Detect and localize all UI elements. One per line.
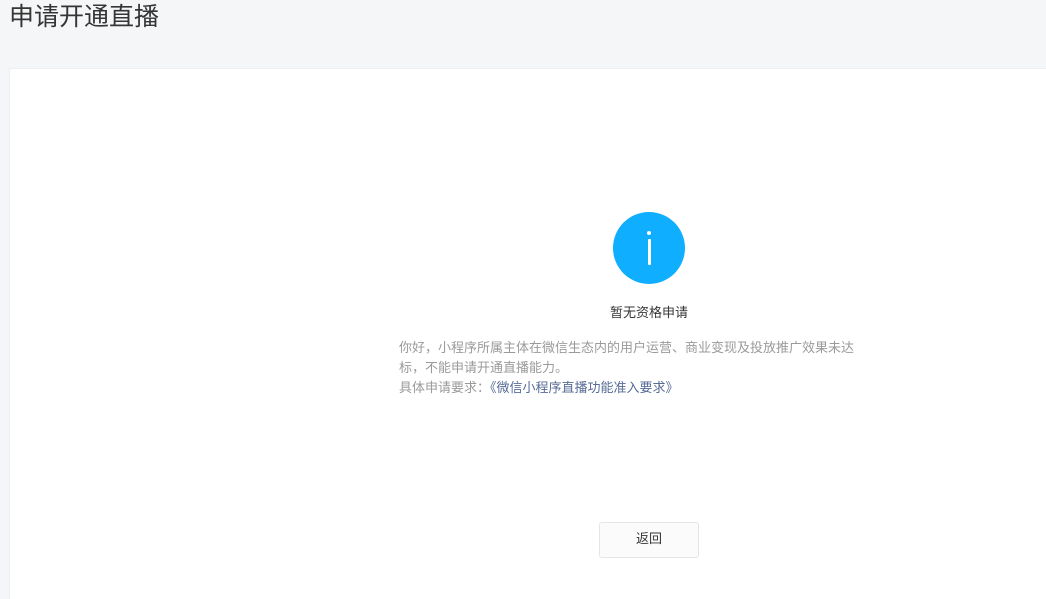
requirement-link[interactable]: 《微信小程序直播功能准入要求》 [490, 381, 679, 396]
requirement-line: 具体申请要求：《微信小程序直播功能准入要求》 [399, 379, 929, 399]
content-card [9, 68, 1046, 599]
info-icon [613, 212, 685, 284]
info-icon-bar [647, 239, 651, 265]
status-description: 你好，小程序所属主体在微信生态内的用户运营、商业变现及投放推广效果未达 标，不能… [399, 339, 929, 399]
back-button[interactable]: 返回 [599, 522, 699, 558]
status-title: 暂无资格申请 [609, 306, 688, 321]
description-line-2: 标，不能申请开通直播能力。 [399, 361, 569, 376]
page-title: 申请开通直播 [9, 2, 160, 31]
info-icon-dot [647, 231, 651, 235]
description-line-1: 你好，小程序所属主体在微信生态内的用户运营、商业变现及投放推广效果未达 [399, 341, 855, 356]
requirement-label: 具体申请要求： [399, 381, 491, 396]
